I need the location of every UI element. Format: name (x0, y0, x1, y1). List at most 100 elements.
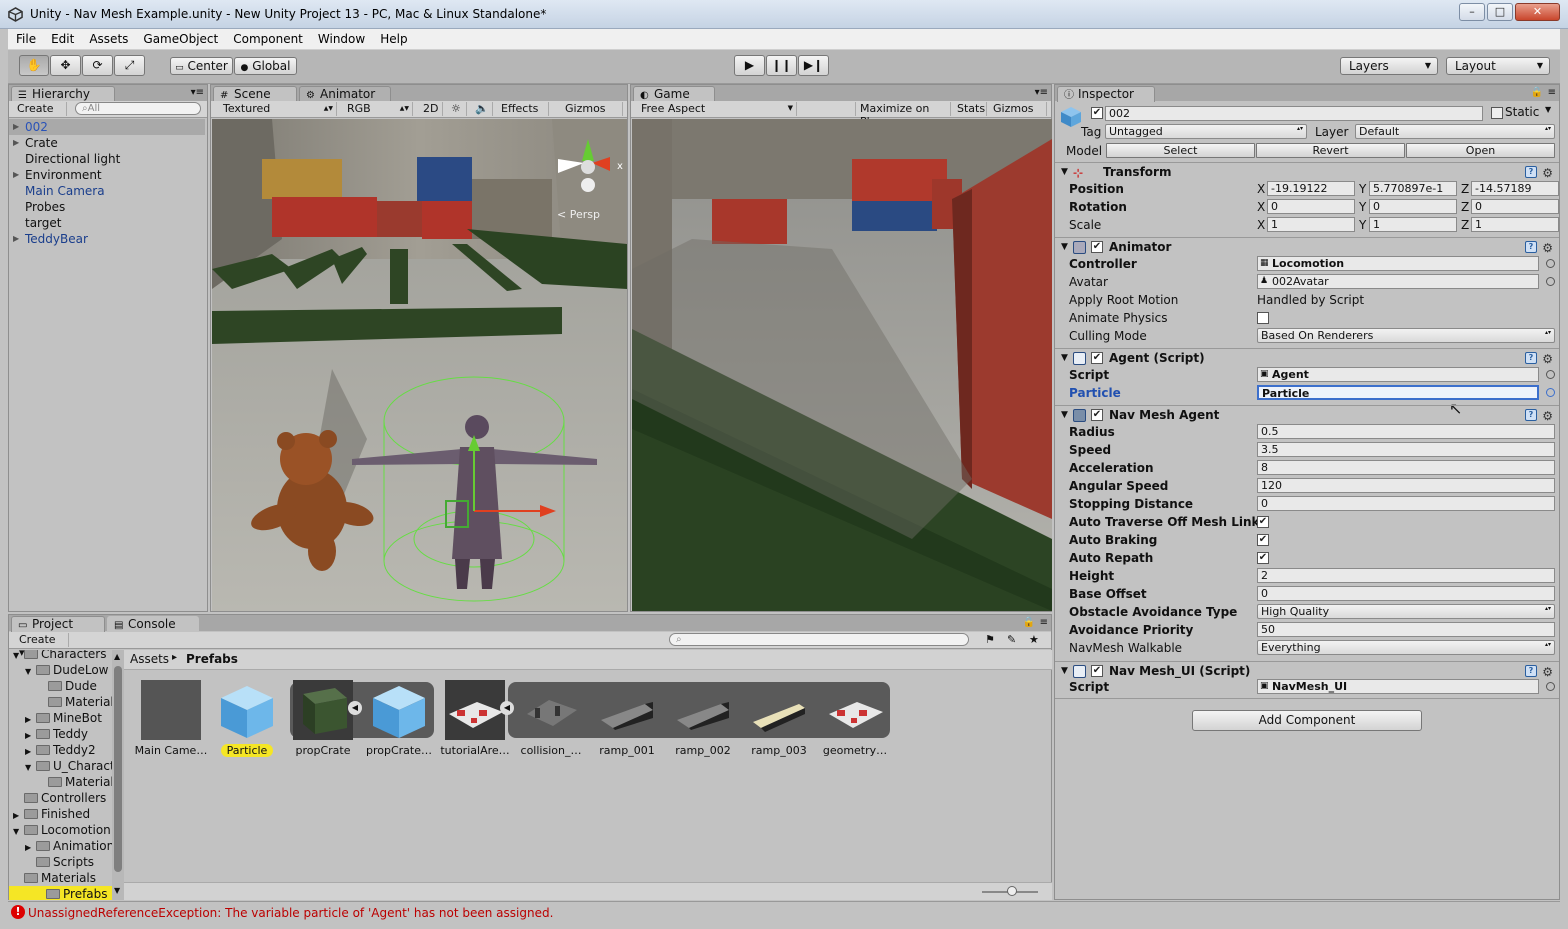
help-icon[interactable]: ? (1525, 166, 1537, 178)
project-folder[interactable]: ▶ Teddy2 (25, 742, 96, 758)
expand-arrow-icon[interactable]: ▼ (13, 650, 24, 664)
layers-dropdown[interactable]: Layers ▼ (1340, 57, 1438, 75)
filter-label-icon[interactable]: ✎ (1007, 633, 1016, 646)
nav-mesh-field[interactable]: 50 (1257, 622, 1555, 637)
move-tool-button[interactable]: ✥ (50, 55, 81, 76)
scale-y-field[interactable]: 1 (1369, 217, 1457, 232)
expand-arrow-icon[interactable]: ▶ (13, 231, 19, 247)
panel-menu-icon[interactable]: ▾≡ (191, 87, 204, 98)
model-select-button[interactable]: Select (1106, 143, 1255, 158)
scale-tool-button[interactable]: ⤢ (114, 55, 145, 76)
lock-icon[interactable]: 🔒 (1023, 617, 1035, 628)
project-folder[interactable]: ▶Animations (25, 838, 113, 854)
asset-tile[interactable]: propCrate (291, 680, 355, 757)
nav-mesh-field[interactable]: 0 (1257, 586, 1555, 601)
avatar-field[interactable]: ♟ 002Avatar (1257, 274, 1539, 289)
asset-tile[interactable]: collision_… (519, 680, 583, 757)
project-search[interactable]: ⌕ (669, 633, 969, 646)
asset-tile[interactable]: ramp_002 (671, 680, 735, 757)
asset-tile[interactable]: Particle (215, 680, 279, 757)
hierarchy-item[interactable]: ▶ TeddyBear (13, 231, 88, 247)
static-dropdown-icon[interactable]: ▼ (1545, 105, 1551, 114)
object-picker-icon[interactable] (1546, 259, 1555, 268)
project-folder[interactable]: ▼ Locomotion (13, 822, 111, 838)
tag-dropdown[interactable]: Untagged (1105, 124, 1307, 139)
expand-arrow-icon[interactable]: ▼ (25, 760, 36, 776)
breadcrumb-prefabs[interactable]: Prefabs (186, 652, 238, 666)
scale-x-field[interactable]: 1 (1267, 217, 1355, 232)
animate-physics-checkbox[interactable] (1257, 312, 1269, 324)
hierarchy-item[interactable]: Probes (13, 199, 65, 215)
animator-enabled-checkbox[interactable]: ✔ (1091, 241, 1103, 253)
tab-hierarchy[interactable]: ☰ Hierarchy (11, 86, 115, 102)
persp-label[interactable]: < Persp (557, 208, 600, 221)
filter-type-icon[interactable]: ⚑ (985, 633, 995, 646)
hierarchy-item[interactable]: ▶ Crate (13, 135, 58, 151)
aspect-dropdown[interactable]: Free Aspect ▼ (637, 102, 797, 116)
project-folder[interactable]: ▼ U_Character (25, 758, 113, 774)
rotation-y-field[interactable]: 0 (1369, 199, 1457, 214)
pause-button[interactable]: ❙❙ (766, 55, 797, 76)
model-open-button[interactable]: Open (1406, 143, 1555, 158)
expand-arrow-icon[interactable]: ▼ (13, 824, 24, 840)
navui-script-field[interactable]: ▣ NavMesh_UI (1257, 679, 1539, 694)
scale-z-field[interactable]: 1 (1471, 217, 1559, 232)
rotate-tool-button[interactable]: ⟳ (82, 55, 113, 76)
tab-animator[interactable]: ⚙ Animator (299, 86, 391, 102)
layout-dropdown[interactable]: Layout ▼ (1446, 57, 1550, 75)
project-folder[interactable]: ▼ Characters (13, 650, 107, 662)
asset-tile[interactable]: Main Came… (135, 680, 207, 757)
hierarchy-search[interactable]: ⌕All (75, 102, 201, 115)
nav-mesh-agent-header[interactable]: ▼ ✔ Nav Mesh Agent ? ⚙ (1055, 405, 1559, 425)
position-y-field[interactable]: 5.770897e-1 (1369, 181, 1457, 196)
active-checkbox[interactable]: ✔ (1091, 107, 1103, 119)
project-folder[interactable]: Scripts (25, 854, 94, 870)
panel-menu-icon[interactable]: ▾≡ (1035, 87, 1048, 98)
nav-mesh-agent-enabled-checkbox[interactable]: ✔ (1091, 409, 1103, 421)
project-folder[interactable]: Materials (37, 774, 113, 790)
collapse-prefab-icon[interactable]: ◀ (348, 701, 362, 715)
expand-arrow-icon[interactable]: ▶ (13, 135, 19, 151)
tree-scrollbar[interactable]: ▲ ▼ (112, 650, 124, 900)
nav-mesh-field[interactable]: 8 (1257, 460, 1555, 475)
scene-viewport[interactable]: x (212, 119, 627, 611)
game-gizmos-dropdown[interactable]: Gizmos ▾ (989, 102, 1047, 128)
tab-project[interactable]: ▭ Project (11, 616, 105, 632)
nav-mesh-field[interactable]: 2 (1257, 568, 1555, 583)
nav-mesh-field[interactable]: 3.5 (1257, 442, 1555, 457)
menu-item-gameobject[interactable]: GameObject (135, 29, 225, 46)
hierarchy-item[interactable]: Directional light (13, 151, 120, 167)
close-button[interactable]: ✕ (1515, 3, 1560, 21)
model-revert-button[interactable]: Revert (1256, 143, 1405, 158)
maximize-button[interactable]: □ (1487, 3, 1513, 21)
expand-arrow-icon[interactable]: ▶ (13, 167, 19, 183)
project-folder[interactable]: Dude (37, 678, 97, 694)
help-icon[interactable]: ? (1525, 665, 1537, 677)
asset-tile[interactable]: tutorialAre… (440, 680, 510, 757)
create-dropdown[interactable]: Create ▾ (13, 102, 67, 128)
panel-menu-icon[interactable]: ≡ (1040, 617, 1048, 628)
render-mode-dropdown[interactable]: RGB ▲▼ (343, 102, 413, 116)
tab-inspector[interactable]: ⓘ Inspector (1057, 86, 1155, 102)
asset-tile[interactable]: geometry… (823, 680, 887, 757)
add-component-button[interactable]: Add Component (1192, 710, 1422, 731)
layer-dropdown[interactable]: Default (1355, 124, 1555, 139)
object-picker-icon[interactable] (1546, 370, 1555, 379)
object-name-field[interactable]: 002 (1105, 106, 1483, 121)
hand-tool-button[interactable]: ✋ (19, 55, 49, 76)
nav-mesh-ui-enabled-checkbox[interactable]: ✔ (1091, 665, 1103, 677)
nav-mesh-field[interactable]: 0 (1257, 496, 1555, 511)
scrollbar-thumb[interactable] (114, 666, 122, 872)
tab-scene[interactable]: # Scene (213, 86, 297, 102)
controller-field[interactable]: ▦ Locomotion (1257, 256, 1539, 271)
space-global-button[interactable]: ● Global (234, 57, 297, 75)
maximize-on-play-toggle[interactable]: Maximize on Play (855, 102, 951, 128)
menu-item-file[interactable]: File (8, 29, 43, 46)
mode-2d-toggle[interactable]: 2D (419, 102, 443, 116)
step-button[interactable]: ▶❙ (798, 55, 829, 76)
nav-mesh-checkbox[interactable]: ✔ (1257, 516, 1269, 528)
effects-dropdown[interactable]: Effects ▾ (497, 102, 549, 128)
tab-game[interactable]: ◐ Game (633, 86, 715, 102)
agent-script-field[interactable]: ▣ Agent (1257, 367, 1539, 382)
asset-tile[interactable]: ramp_003 (747, 680, 811, 757)
